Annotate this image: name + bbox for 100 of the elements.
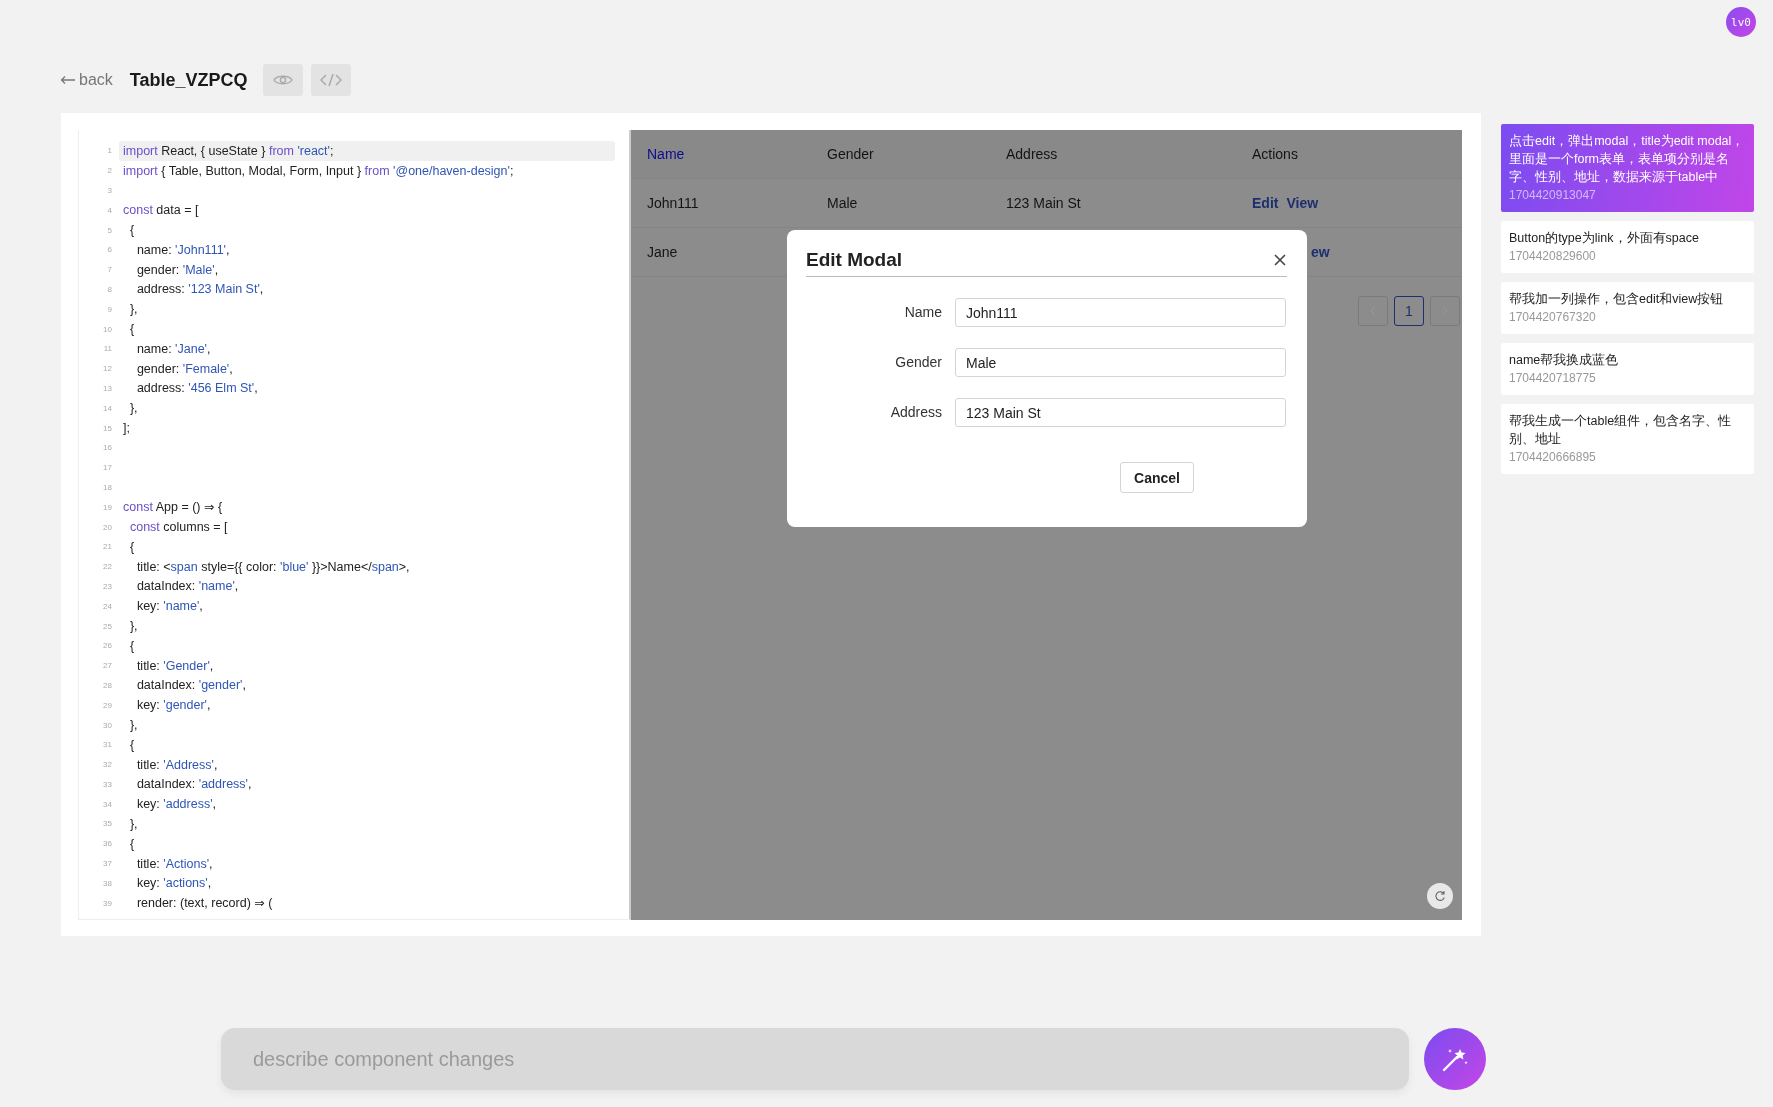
history-item[interactable]: 帮我加一列操作，包含edit和view按钮 1704420767320 <box>1501 282 1754 334</box>
prev-page-button[interactable] <box>1358 296 1388 326</box>
cancel-button[interactable]: Cancel <box>1120 462 1194 493</box>
line-number: 8 <box>106 284 112 294</box>
code-line: title: <span style={{ color: 'blue' }}>Name</span>, <box>135 558 411 576</box>
line-number: 2 <box>106 166 112 176</box>
code-line: }, <box>128 301 139 319</box>
eye-icon <box>272 73 293 87</box>
line-number: 19 <box>102 502 112 512</box>
timestamp: 1704420718775 <box>1509 370 1597 387</box>
code-line: key: 'actions', <box>135 875 213 893</box>
line-number: 13 <box>102 383 112 393</box>
line-number: 7 <box>106 265 112 275</box>
code-line: }, <box>128 717 139 734</box>
timestamp: 1704420767320 <box>1509 309 1597 326</box>
line-number: 39 <box>102 898 112 908</box>
history-item[interactable]: Button的type为link，外面有space 1704420829600 <box>1501 221 1754 273</box>
column-header: Name <box>647 146 685 162</box>
code-line: title: 'Address', <box>135 756 219 774</box>
code-line: key: 'gender', <box>135 697 212 715</box>
table-cell: Jane <box>647 244 678 260</box>
timestamp: 1704420913047 <box>1509 187 1597 204</box>
line-number: 29 <box>102 700 112 710</box>
line-number: 18 <box>102 482 112 492</box>
line-number: 10 <box>102 324 112 334</box>
history-item[interactable]: 点击edit，弹出modal，title为edit modal，里面是一个form表单，表单项分别是名字、性别、地址，数据来源于table中 1704420913047 <box>1501 124 1754 212</box>
code-line: address: '123 Main St', <box>135 281 265 299</box>
line-number: 16 <box>102 443 112 453</box>
code-line: dataIndex: 'address', <box>135 776 253 794</box>
line-number: 14 <box>102 403 112 413</box>
line-number: 11 <box>102 344 112 354</box>
code-line: const columns = [ <box>128 519 229 537</box>
timestamp: 1704420666895 <box>1509 449 1597 466</box>
line-number: 33 <box>102 779 112 789</box>
action-link[interactable]: Edit <box>1252 195 1279 211</box>
prompt-text: name帮我换成蓝色 <box>1509 352 1620 369</box>
code-line: key: 'address', <box>135 796 218 814</box>
line-number: 22 <box>102 562 112 572</box>
input-field[interactable]: 123 Main St <box>955 398 1286 427</box>
arrow-left-icon <box>60 75 76 85</box>
code-line: ]; <box>122 420 131 438</box>
line-number: 17 <box>102 463 112 473</box>
next-page-button[interactable] <box>1430 296 1460 326</box>
column-header: Gender <box>827 146 874 162</box>
user-avatar[interactable]: lv0 <box>1726 7 1756 37</box>
prompt-text: 点击edit，弹出modal，title为edit modal，里面是一个form表单，表单项分别是名字、性别、地址，数据来源于table中 <box>1509 133 1746 186</box>
code-icon <box>319 73 342 87</box>
line-number: 34 <box>102 799 112 809</box>
code-line: { <box>128 736 136 754</box>
line-number: 37 <box>102 859 112 869</box>
back-link[interactable]: back <box>60 71 113 89</box>
close-button[interactable] <box>1273 252 1287 267</box>
table-cell: John111 <box>647 195 699 211</box>
line-number: 28 <box>102 680 112 690</box>
prompt-input[interactable]: describe component changes <box>221 1028 1409 1090</box>
table-cell: 123 Main St <box>1006 195 1081 211</box>
code-line: }, <box>128 400 139 418</box>
line-number: 26 <box>102 641 112 651</box>
history-item[interactable]: 帮我生成一个table组件，包含名字、性别、地址 1704420666895 <box>1501 404 1754 474</box>
component-title: Table_VZPCQ <box>129 69 248 91</box>
code-line: { <box>128 321 136 339</box>
code-line: { <box>128 637 136 655</box>
line-number: 31 <box>102 740 112 750</box>
code-button[interactable] <box>310 64 351 96</box>
code-line: key: 'name', <box>135 598 204 616</box>
line-number: 23 <box>102 581 112 591</box>
refresh-button[interactable] <box>1427 883 1453 909</box>
input-field[interactable]: John111 <box>955 298 1286 327</box>
prompt-text: Button的type为link，外面有space <box>1509 230 1700 247</box>
code-line: gender: 'Male', <box>135 261 220 279</box>
line-number: 27 <box>102 661 112 671</box>
action-link[interactable]: View <box>1286 195 1319 211</box>
code-line: title: 'Actions', <box>135 855 214 873</box>
code-line: name: 'Jane', <box>135 340 212 358</box>
column-header: Actions <box>1252 146 1298 162</box>
line-number: 4 <box>106 205 112 215</box>
timestamp: 1704420829600 <box>1509 248 1597 265</box>
input-field[interactable]: Male <box>955 348 1286 377</box>
line-number: 24 <box>102 601 112 611</box>
line-number: 15 <box>102 423 112 433</box>
code-line: name: 'John111', <box>135 241 231 259</box>
action-link[interactable]: ew <box>1311 244 1330 260</box>
code-line: gender: 'Female', <box>135 360 234 378</box>
code-line: { <box>128 222 136 240</box>
line-number: 20 <box>102 522 112 532</box>
prompt-text: 帮我加一列操作，包含edit和view按钮 <box>1509 291 1725 308</box>
dialog-title: Edit Modal <box>806 247 903 271</box>
history-item[interactable]: name帮我换成蓝色 1704420718775 <box>1501 343 1754 395</box>
page-button[interactable]: 1 <box>1394 296 1424 326</box>
code-line: dataIndex: 'gender', <box>135 677 247 695</box>
line-number: 12 <box>102 364 112 374</box>
line-number: 5 <box>106 225 112 235</box>
code-line: title: 'Gender', <box>135 657 215 675</box>
code-line: const data = [ <box>122 202 200 220</box>
line-number: 36 <box>102 839 112 849</box>
line-number: 25 <box>102 621 112 631</box>
line-number: 21 <box>102 542 112 552</box>
line-number: 30 <box>102 720 112 730</box>
preview-button[interactable] <box>262 64 303 96</box>
table-cell: Male <box>827 195 858 211</box>
